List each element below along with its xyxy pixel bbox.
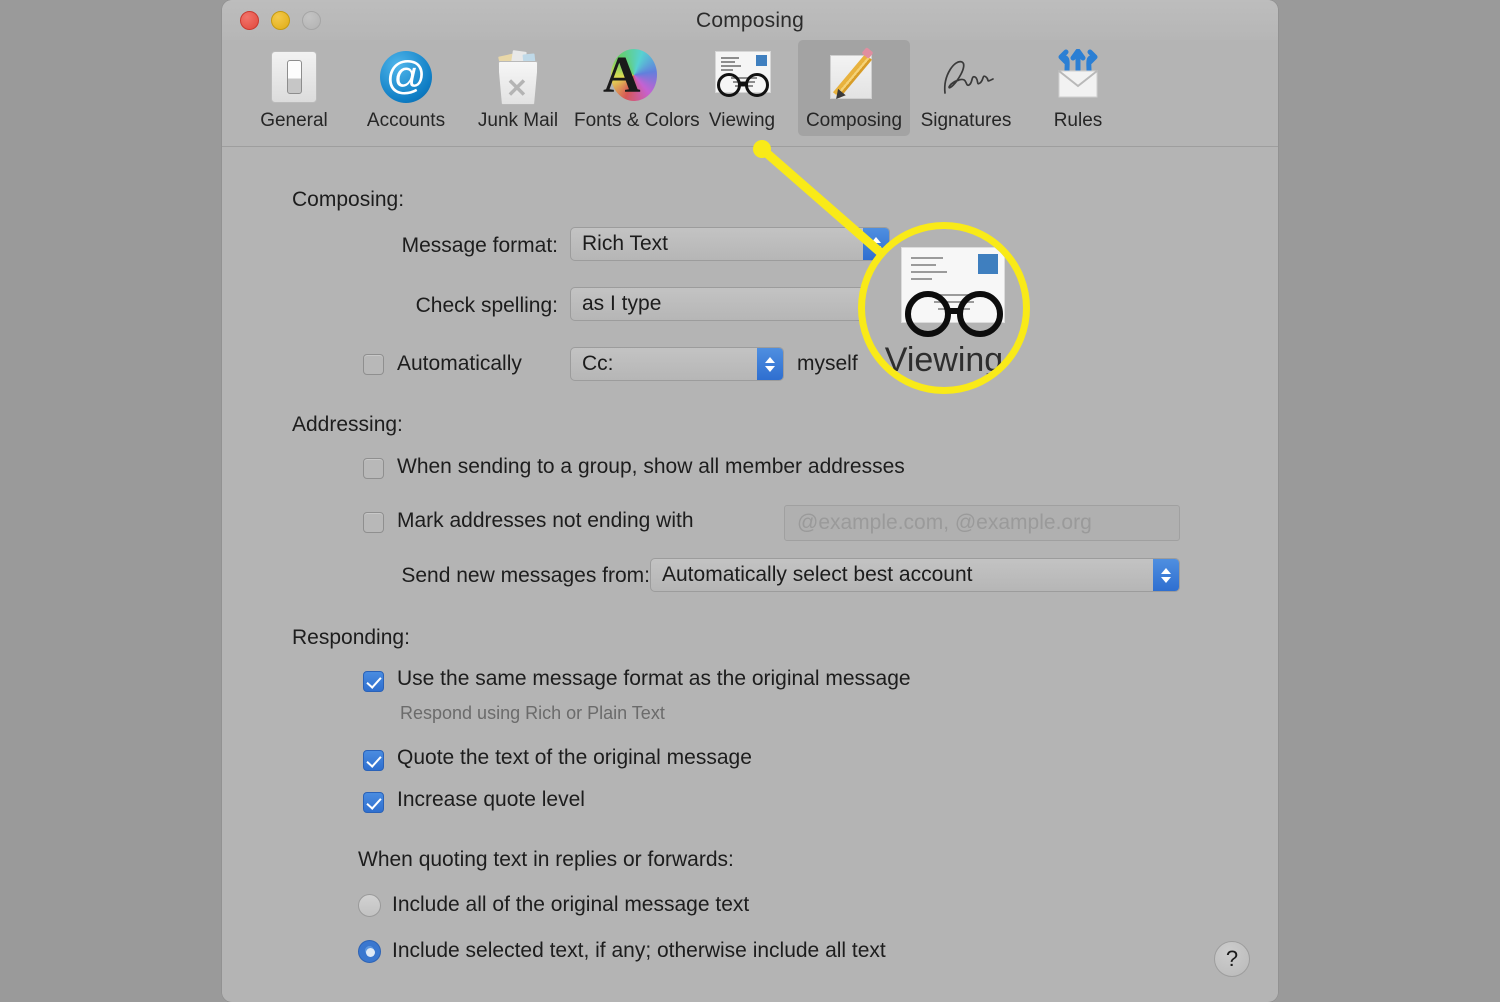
magnified-glasses-shape xyxy=(905,291,1003,339)
check-spelling-select[interactable]: as I type xyxy=(570,287,890,321)
toolbar-item-junk-mail[interactable]: ✕ Junk Mail xyxy=(462,40,574,136)
eyeglasses-icon xyxy=(686,46,798,108)
quote-option-all-label: Include all of the original message text xyxy=(392,893,750,916)
mark-addresses-label: Mark addresses not ending with xyxy=(397,509,694,532)
auto-copy-prefix-label: Automatically xyxy=(397,352,522,375)
mark-addresses-input[interactable]: @example.com, @example.org xyxy=(784,505,1180,541)
toolbar-item-signatures[interactable]: Signatures xyxy=(910,40,1022,136)
quote-text-checkbox[interactable] xyxy=(363,750,384,771)
send-from-label: Send new messages from: xyxy=(401,564,650,587)
switch-icon xyxy=(238,46,350,108)
toolbar-item-accounts[interactable]: @ Accounts xyxy=(350,40,462,136)
stepper-arrows-icon[interactable] xyxy=(1153,559,1179,591)
toolbar-label-signatures: Signatures xyxy=(920,110,1012,131)
toolbar-label-rules: Rules xyxy=(1053,110,1103,131)
increase-quote-checkbox[interactable] xyxy=(363,792,384,813)
auto-copy-value: Cc: xyxy=(582,352,614,375)
message-format-label: Message format: xyxy=(401,234,558,257)
envelope-arrows-icon xyxy=(1022,46,1134,108)
trash-can-icon: ✕ xyxy=(462,46,574,108)
toolbar-item-composing[interactable]: Composing xyxy=(798,40,910,136)
send-from-select[interactable]: Automatically select best account xyxy=(650,558,1180,592)
font-color-icon: A xyxy=(574,46,686,108)
show-group-members-label: When sending to a group, show all member… xyxy=(397,455,905,478)
toolbar-item-viewing[interactable]: Viewing xyxy=(686,40,798,136)
window-titlebar: Composing xyxy=(222,0,1278,40)
same-format-label: Use the same message format as the origi… xyxy=(397,667,911,690)
toolbar-label-junk-mail: Junk Mail xyxy=(477,110,559,131)
auto-copy-suffix-label: myself xyxy=(797,352,858,375)
at-sign-icon: @ xyxy=(350,46,462,108)
preferences-window: Composing General @ Accounts ✕ Junk Mail xyxy=(222,0,1278,1002)
check-spelling-value: as I type xyxy=(582,292,662,315)
signature-icon xyxy=(910,46,1022,108)
quote-option-selected-radio[interactable] xyxy=(358,940,381,963)
message-format-value: Rich Text xyxy=(582,232,668,255)
toolbar-item-rules[interactable]: Rules xyxy=(1022,40,1134,136)
addressing-section-heading: Addressing: xyxy=(292,413,403,436)
auto-copy-select[interactable]: Cc: xyxy=(570,347,784,381)
toolbar-label-general: General xyxy=(260,110,328,131)
callout-magnifier: Viewing xyxy=(858,222,1030,394)
magnified-label: Viewing xyxy=(884,341,1004,379)
check-spelling-label: Check spelling: xyxy=(415,294,558,317)
mark-addresses-checkbox[interactable] xyxy=(363,512,384,533)
pencil-paper-icon xyxy=(798,46,910,108)
help-button[interactable]: ? xyxy=(1214,941,1250,977)
window-title: Composing xyxy=(695,9,805,32)
stepper-arrows-icon[interactable] xyxy=(757,348,783,380)
toolbar-label-fonts-colors: Fonts & Colors xyxy=(574,110,700,131)
increase-quote-label: Increase quote level xyxy=(397,788,585,811)
send-from-value: Automatically select best account xyxy=(662,563,973,586)
show-group-members-checkbox[interactable] xyxy=(363,458,384,479)
toolbar-label-accounts: Accounts xyxy=(366,110,446,131)
toolbar-label-viewing: Viewing xyxy=(708,110,776,131)
responding-section-heading: Responding: xyxy=(292,626,410,649)
preferences-content: Composing: Message format: Rich Text Che… xyxy=(222,147,1278,1001)
toolbar-item-fonts-colors[interactable]: A Fonts & Colors xyxy=(574,40,700,136)
same-format-checkbox[interactable] xyxy=(363,671,384,692)
quote-option-selected-label: Include selected text, if any; otherwise… xyxy=(392,939,886,962)
mark-addresses-placeholder: @example.com, @example.org xyxy=(797,511,1092,534)
auto-copy-checkbox[interactable] xyxy=(363,354,384,375)
quoting-heading: When quoting text in replies or forwards… xyxy=(358,848,734,871)
composing-section-heading: Composing: xyxy=(292,188,405,211)
toolbar-label-composing: Composing xyxy=(805,110,903,131)
quote-option-all-radio[interactable] xyxy=(358,894,381,917)
message-format-select[interactable]: Rich Text xyxy=(570,227,890,261)
preferences-toolbar: General @ Accounts ✕ Junk Mail A Fonts &… xyxy=(222,40,1278,147)
toolbar-item-general[interactable]: General xyxy=(238,40,350,136)
same-format-sublabel: Respond using Rich or Plain Text xyxy=(400,703,665,723)
quote-text-label: Quote the text of the original message xyxy=(397,746,752,769)
